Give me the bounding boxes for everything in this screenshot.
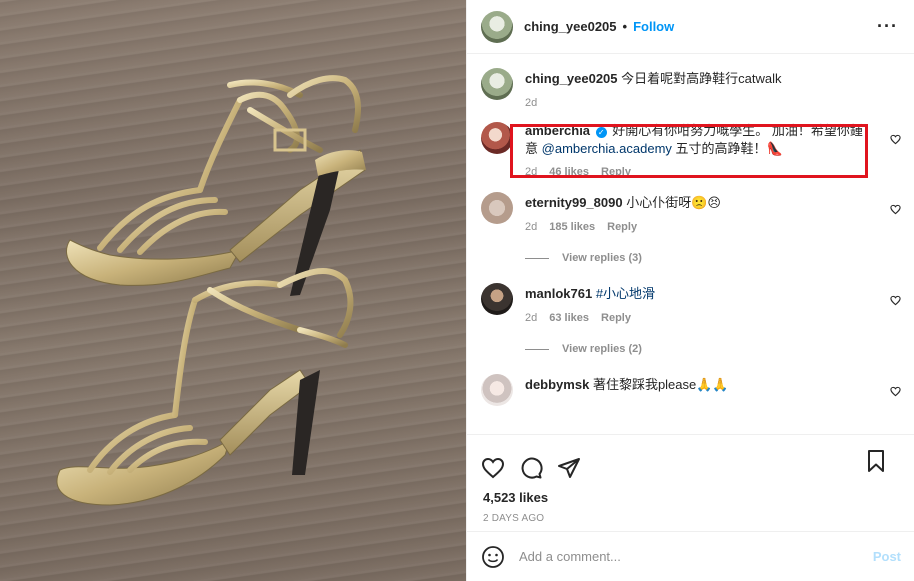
comment-avatar[interactable]	[481, 374, 513, 406]
add-comment-bar: Add a comment... Post	[467, 531, 914, 581]
view-replies-label: View replies (2)	[562, 343, 642, 355]
comments-list[interactable]: ching_yee0205 今日着呢對高踭鞋行catwalk 2d amberc…	[467, 55, 914, 434]
comment-item: amberchia ✓ 好開心有你咁努力嘅學生。 加油！希望你鍾意 @amber…	[467, 122, 914, 178]
comment-time[interactable]: 2d	[525, 312, 537, 324]
comment-text: 著住黎踩我please🙏🙏	[592, 377, 729, 392]
comment-like-heart-icon[interactable]	[890, 134, 901, 145]
gold-sandals-illustration	[56, 75, 366, 506]
comment-username[interactable]: eternity99_8090	[525, 195, 623, 210]
comment-username[interactable]: amberchia	[525, 123, 590, 138]
comment-like-heart-icon[interactable]	[890, 204, 901, 215]
verified-badge-icon: ✓	[595, 127, 607, 138]
comment-item: debbymsk 著住黎踩我please🙏🙏	[467, 374, 914, 406]
comment-text-row: amberchia ✓ 好開心有你咁努力嘅學生。 加油！希望你鍾意 @amber…	[525, 122, 870, 158]
separator-dot: •	[622, 19, 628, 34]
post-likes-count[interactable]: 4,523 likes	[467, 487, 914, 505]
comment-avatar[interactable]	[481, 122, 513, 154]
comment-text-row: debbymsk 著住黎踩我please🙏🙏	[525, 376, 870, 394]
more-icon[interactable]: ···	[877, 16, 898, 37]
view-replies-button[interactable]: View replies (3)	[525, 252, 914, 264]
comment-text: 小心仆街呀🙁😣	[626, 195, 721, 210]
instagram-post: ching_yee0205 • Follow ··· ching_yee0205…	[0, 0, 914, 581]
emoji-icon[interactable]	[481, 545, 505, 569]
comment-time[interactable]: 2d	[525, 221, 537, 233]
caption-text: 今日着呢對高踭鞋行catwalk	[621, 71, 782, 86]
comment-meta: 2d 46 likes Reply	[525, 166, 870, 178]
caption-text-row: ching_yee0205 今日着呢對高踭鞋行catwalk	[525, 70, 870, 88]
caption: ching_yee0205 今日着呢對高踭鞋行catwalk 2d	[467, 68, 914, 109]
caption-username[interactable]: ching_yee0205	[525, 71, 618, 86]
comment-username[interactable]: manlok761	[525, 286, 592, 301]
author-username[interactable]: ching_yee0205	[524, 19, 617, 34]
comment-like-heart-icon[interactable]	[890, 386, 901, 397]
follow-button[interactable]: Follow	[633, 19, 674, 34]
bottom-sandal	[56, 267, 354, 506]
caption-time[interactable]: 2d	[525, 97, 537, 109]
mention-link[interactable]: @amberchia.academy	[542, 141, 672, 156]
comment-likes[interactable]: 46 likes	[549, 166, 589, 178]
post-comment-button[interactable]: Post	[873, 549, 901, 564]
caption-body: ching_yee0205 今日着呢對高踭鞋行catwalk 2d	[525, 68, 870, 109]
share-icon[interactable]	[557, 456, 581, 480]
post-sidebar: ching_yee0205 • Follow ··· ching_yee0205…	[466, 0, 914, 581]
comment-avatar[interactable]	[481, 283, 513, 315]
action-icons-row	[467, 435, 914, 487]
post-actions: 4,523 likes 2 DAYS AGO Add a comment... …	[467, 434, 914, 581]
comment-item: manlok761 #小心地滑 2d 63 likes Reply	[467, 283, 914, 324]
comment-username[interactable]: debbymsk	[525, 377, 589, 392]
comment-body: debbymsk 著住黎踩我please🙏🙏	[525, 374, 870, 406]
reply-button[interactable]: Reply	[607, 221, 637, 233]
caption-avatar[interactable]	[481, 68, 513, 100]
comment-body: eternity99_8090 小心仆街呀🙁😣 2d 185 likes Rep…	[525, 192, 870, 233]
post-timestamp[interactable]: 2 DAYS AGO	[467, 505, 914, 524]
top-sandal	[66, 75, 366, 296]
comment-likes[interactable]: 185 likes	[549, 221, 595, 233]
replies-divider	[525, 348, 549, 350]
author-avatar[interactable]	[481, 10, 513, 43]
comment-meta: 2d 63 likes Reply	[525, 312, 870, 324]
comment-avatar[interactable]	[481, 192, 513, 224]
replies-divider	[525, 257, 549, 259]
hashtag-link[interactable]: #小心地滑	[596, 286, 655, 301]
comment-meta: 2d 185 likes Reply	[525, 221, 870, 233]
comment-like-heart-icon[interactable]	[890, 295, 901, 306]
comment-body: amberchia ✓ 好開心有你咁努力嘅學生。 加油！希望你鍾意 @amber…	[525, 122, 870, 178]
comment-likes[interactable]: 63 likes	[549, 312, 589, 324]
comment-text-row: manlok761 #小心地滑	[525, 285, 870, 303]
post-header: ching_yee0205 • Follow ···	[467, 0, 914, 54]
reply-button[interactable]: Reply	[601, 312, 631, 324]
comment-text-tail: 五寸的高踭鞋！👠	[671, 141, 783, 156]
reply-button[interactable]: Reply	[601, 166, 631, 178]
heart-icon[interactable]	[481, 456, 505, 480]
comment-input[interactable]: Add a comment...	[519, 549, 873, 564]
comment-text-row: eternity99_8090 小心仆街呀🙁😣	[525, 194, 870, 212]
bookmark-icon[interactable]	[865, 449, 887, 473]
comment-item: eternity99_8090 小心仆街呀🙁😣 2d 185 likes Rep…	[467, 192, 914, 233]
comment-time[interactable]: 2d	[525, 166, 537, 178]
comment-body: manlok761 #小心地滑 2d 63 likes Reply	[525, 283, 870, 324]
post-image[interactable]	[0, 0, 466, 581]
view-replies-button[interactable]: View replies (2)	[525, 343, 914, 355]
comment-icon[interactable]	[519, 456, 543, 480]
caption-meta: 2d	[525, 97, 870, 109]
view-replies-label: View replies (3)	[562, 252, 642, 264]
